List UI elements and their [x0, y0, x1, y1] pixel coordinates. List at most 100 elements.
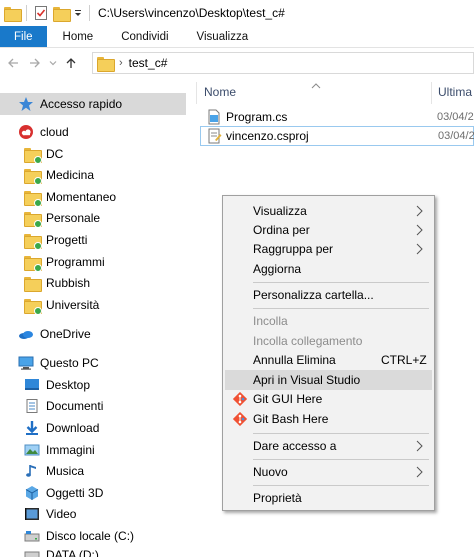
- breadcrumb-segment[interactable]: test_c#: [129, 56, 168, 70]
- download-icon: [24, 420, 40, 436]
- breadcrumb-separator-icon: ›: [119, 57, 123, 69]
- sidebar-item-label: Progetti: [46, 233, 88, 247]
- drive-icon: [24, 528, 40, 544]
- computer-icon: [18, 355, 34, 371]
- folder-icon: [24, 275, 42, 292]
- menu-separator: [253, 485, 429, 486]
- csproj-file-icon: [206, 128, 222, 144]
- sidebar-item-universita[interactable]: Università: [0, 294, 188, 316]
- sidebar-item-dc[interactable]: DC: [0, 143, 188, 165]
- sidebar-item-progetti[interactable]: Progetti: [0, 229, 188, 251]
- navigation-bar: › test_c#: [0, 49, 474, 77]
- menu-item-git-gui-here[interactable]: Git GUI Here: [225, 389, 432, 409]
- sidebar-item-label: Accesso rapido: [40, 97, 123, 111]
- folder-icon: [24, 189, 42, 207]
- menu-item-git-bash-here[interactable]: Git Bash Here: [225, 409, 432, 429]
- sidebar-item-documenti[interactable]: Documenti: [0, 395, 188, 417]
- menu-item-ordina-per[interactable]: Ordina per: [225, 220, 432, 240]
- sidebar-item-oggetti-3d[interactable]: Oggetti 3D: [0, 482, 188, 504]
- folder-icon: [97, 55, 115, 72]
- sidebar-item-label: Documenti: [46, 399, 104, 413]
- menu-item-aggiorna[interactable]: Aggiorna: [225, 259, 432, 279]
- tab-file[interactable]: File: [0, 26, 47, 47]
- menu-item-label: Proprietà: [253, 491, 302, 505]
- recent-locations-button[interactable]: [46, 52, 60, 74]
- sidebar-item-label: DC: [46, 147, 64, 161]
- sidebar-item-onedrive[interactable]: OneDrive: [0, 323, 188, 345]
- sidebar-item-label: Download: [46, 421, 100, 435]
- sidebar-item-medicina[interactable]: Medicina: [0, 164, 188, 186]
- sidebar-item-label: Personale: [46, 211, 101, 225]
- menu-item-raggruppa-per[interactable]: Raggruppa per: [225, 239, 432, 259]
- sidebar-item-programmi[interactable]: Programmi: [0, 251, 188, 273]
- column-divider: [431, 82, 432, 104]
- pinned-icon: [34, 177, 42, 185]
- menu-item-label: Nuovo: [253, 465, 288, 479]
- sidebar-item-label: Università: [46, 298, 100, 312]
- menu-item-annulla-elimina[interactable]: Annulla Elimina CTRL+Z: [225, 350, 432, 370]
- chevron-right-icon: [416, 224, 423, 236]
- menu-item-visualizza[interactable]: Visualizza: [225, 201, 432, 221]
- pinned-icon: [34, 156, 42, 164]
- sidebar-item-personale[interactable]: Personale: [0, 207, 188, 229]
- tab-visualizza[interactable]: Visualizza: [183, 26, 263, 47]
- menu-item-label: Incolla: [253, 314, 288, 328]
- sidebar-item-rubbish[interactable]: Rubbish: [0, 272, 188, 294]
- sidebar-item-label: Musica: [46, 464, 85, 478]
- new-folder-icon[interactable]: [53, 5, 71, 22]
- menu-item-label: Ordina per: [253, 223, 310, 237]
- sidebar-item-desktop[interactable]: Desktop: [0, 374, 188, 396]
- chevron-right-icon: [416, 466, 423, 478]
- menu-item-personalizza-cartella[interactable]: Personalizza cartella...: [225, 285, 432, 305]
- menu-item-apri-in-visual-studio[interactable]: Apri in Visual Studio: [225, 370, 432, 390]
- file-row[interactable]: Program.cs 03/04/2: [200, 107, 474, 127]
- sidebar-item-label: Rubbish: [46, 276, 91, 290]
- sidebar-item-label: cloud: [40, 125, 69, 139]
- arrow-left-icon: [8, 58, 18, 68]
- sidebar-item-label: Momentaneo: [46, 190, 117, 204]
- objects-3d-icon: [24, 485, 40, 501]
- tab-condividi[interactable]: Condividi: [107, 26, 182, 47]
- menu-item-incolla: Incolla: [225, 311, 432, 331]
- navigation-pane: Accesso rapido cloud DC Medicina Momenta…: [0, 86, 188, 557]
- folder-icon: [24, 146, 42, 164]
- column-header-modified[interactable]: Ultima: [438, 78, 472, 106]
- folder-icon: [24, 232, 42, 250]
- sidebar-item-data-d[interactable]: DATA (D:): [0, 546, 188, 557]
- sidebar-item-disco-c[interactable]: Disco locale (C:): [0, 525, 188, 547]
- properties-icon[interactable]: [33, 5, 49, 21]
- tab-home[interactable]: Home: [47, 26, 108, 47]
- title-bar: C:\Users\vincenzo\Desktop\test_c#: [0, 0, 474, 26]
- folder-icon: [24, 167, 42, 185]
- sidebar-item-musica[interactable]: Musica: [0, 460, 188, 482]
- toolbar-divider: [89, 5, 90, 21]
- sidebar-item-download[interactable]: Download: [0, 417, 188, 439]
- cloud-app-icon: [18, 124, 34, 140]
- drive-icon: [24, 546, 40, 557]
- customize-toolbar-icon[interactable]: [73, 5, 83, 21]
- sidebar-item-cloud[interactable]: cloud: [0, 121, 188, 143]
- menu-item-dare-accesso-a[interactable]: Dare accesso a: [225, 436, 432, 456]
- back-button[interactable]: [2, 52, 24, 74]
- sort-ascending-icon: [311, 78, 321, 89]
- sidebar-item-this-pc[interactable]: Questo PC: [0, 352, 188, 374]
- sidebar-item-label: Programmi: [46, 255, 105, 269]
- up-button[interactable]: [60, 52, 82, 74]
- menu-item-shortcut: CTRL+Z: [381, 353, 427, 367]
- video-icon: [24, 506, 40, 522]
- menu-item-proprieta[interactable]: Proprietà: [225, 488, 432, 508]
- sidebar-item-momentaneo[interactable]: Momentaneo: [0, 186, 188, 208]
- menu-item-label: Raggruppa per: [253, 242, 334, 256]
- menu-item-nuovo[interactable]: Nuovo: [225, 462, 432, 482]
- address-bar[interactable]: › test_c#: [92, 52, 474, 74]
- sidebar-item-immagini[interactable]: Immagini: [0, 439, 188, 461]
- file-row[interactable]: vincenzo.csproj 03/04/2: [200, 126, 474, 146]
- sidebar-item-video[interactable]: Video: [0, 503, 188, 525]
- file-name: vincenzo.csproj: [226, 129, 309, 143]
- window-title: C:\Users\vincenzo\Desktop\test_c#: [98, 6, 285, 20]
- column-header-name[interactable]: Nome: [204, 78, 236, 106]
- sidebar-item-quick-access[interactable]: Accesso rapido: [0, 93, 186, 115]
- forward-button[interactable]: [24, 52, 46, 74]
- sidebar-item-label: DATA (D:): [46, 548, 99, 557]
- arrow-up-icon: [66, 58, 76, 68]
